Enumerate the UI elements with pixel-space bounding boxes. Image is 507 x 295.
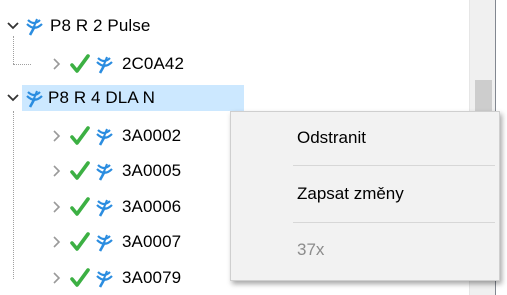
check-icon [69, 231, 91, 253]
tree-item-label: 3A0005 [122, 161, 182, 180]
tree-item-label: 2C0A42 [122, 54, 185, 73]
chevron-right-icon[interactable] [50, 235, 64, 249]
antenna-icon [24, 87, 46, 109]
chevron-down-icon[interactable] [6, 19, 20, 33]
tree-item-label: 3A0002 [122, 126, 182, 145]
tree-item-label: P8 R 4 DLA N [48, 88, 156, 107]
tree-item-label-wrap: 3A0007 [120, 229, 183, 255]
check-icon [69, 125, 91, 147]
tree-item-group[interactable]: P8 R 2 Pulse [0, 12, 469, 40]
chevron-down-icon[interactable] [6, 91, 20, 105]
menu-item-label: Zapsat změny [297, 184, 404, 203]
tree-item-label-wrap: 2C0A42 [120, 51, 186, 77]
chevron-right-icon[interactable] [50, 200, 64, 214]
tree-item-label: 3A0007 [122, 232, 182, 251]
chevron-right-icon[interactable] [50, 129, 64, 143]
antenna-icon [94, 231, 116, 253]
tree-item-label-wrap: P8 R 2 Pulse [48, 13, 152, 39]
chevron-right-icon[interactable] [50, 271, 64, 285]
chevron-right-icon[interactable] [50, 164, 64, 178]
check-icon [69, 267, 91, 289]
tree-item-label: P8 R 2 Pulse [50, 16, 151, 35]
check-icon [69, 160, 91, 182]
chevron-right-icon[interactable] [50, 57, 64, 71]
menu-separator [293, 222, 495, 223]
antenna-icon [94, 160, 116, 182]
tree-item-label: 3A0079 [122, 268, 182, 287]
antenna-icon [94, 125, 116, 147]
tree-item-label-wrap: 3A0079 [120, 265, 183, 291]
menu-item-zapsat-zmeny[interactable]: Zapsat změny [231, 172, 499, 216]
menu-item-odstranit[interactable]: Odstranit [231, 116, 499, 160]
antenna-icon [94, 53, 116, 75]
antenna-icon [94, 196, 116, 218]
check-icon [69, 53, 91, 75]
tree-item-label-wrap: P8 R 4 DLA N [22, 85, 244, 111]
antenna-icon [94, 267, 116, 289]
tree-item-label-wrap: 3A0002 [120, 123, 183, 149]
tree-item-group[interactable]: P8 R 4 DLA N [0, 84, 469, 112]
menu-item-37x: 37x [231, 228, 499, 272]
menu-item-label: 37x [297, 240, 325, 259]
antenna-icon [24, 15, 46, 37]
tree-item-label: 3A0006 [122, 197, 182, 216]
menu-item-label: Odstranit [297, 128, 366, 147]
check-icon [69, 196, 91, 218]
tree-item-device[interactable]: 2C0A42 [0, 50, 469, 78]
context-menu: Odstranit Zapsat změny 37x [230, 111, 500, 281]
tree-item-label-wrap: 3A0006 [120, 194, 183, 220]
tree-item-label-wrap: 3A0005 [120, 158, 183, 184]
menu-separator [293, 165, 495, 166]
